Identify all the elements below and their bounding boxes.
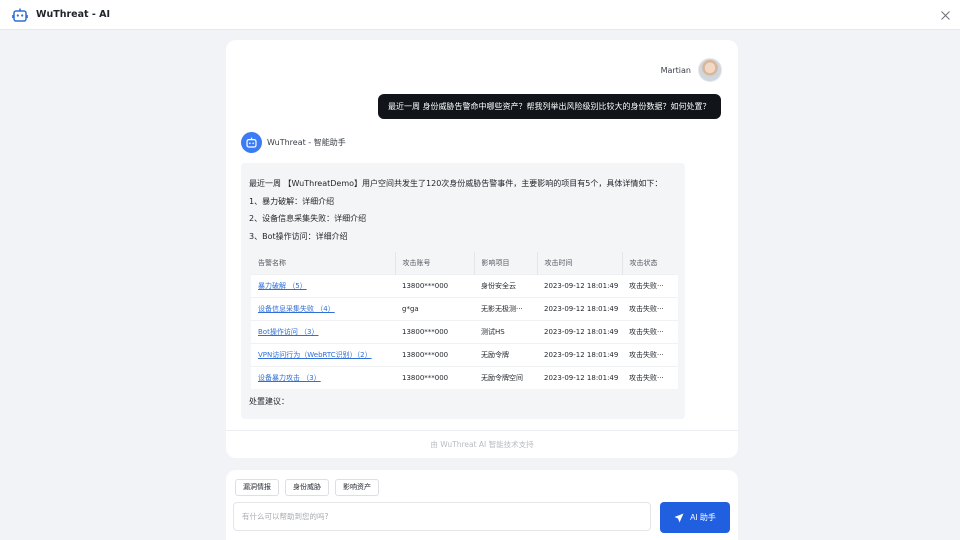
attack-status-cell: 攻击失败··· (622, 342, 678, 366)
table-header-row: 告警名称 攻击账号 影响项目 攻击时间 攻击状态 (251, 252, 678, 274)
send-button[interactable]: AI 助手 (660, 502, 730, 533)
affected-project-cell: 无影无极测··· (474, 296, 537, 320)
table-row: 设备暴力攻击 （3） 13800***000 无励令牌空间 2023-09-12… (251, 365, 678, 389)
table-row: 暴力破解 （5） 13800***000 身份安全云 2023-09-12 18… (251, 273, 678, 297)
attack-account-cell: g*ga (395, 296, 474, 320)
col-attack-time: 攻击时间 (537, 252, 623, 274)
bot-item-1: 1、暴力破解：详细介绍 (249, 196, 335, 206)
attack-time-cell: 2023-09-12 18:01:49 (537, 296, 622, 320)
window-title: WuThreat - AI (36, 9, 111, 20)
user-message: 最近一周 身份威胁告警命中哪些资产？帮我列举出风险级别比较大的身份数据？如何处置… (378, 94, 721, 119)
quick-tags: 漏洞情报 身份威胁 影响资产 (235, 479, 385, 496)
chat-panel: Martian 最近一周 身份威胁告警命中哪些资产？帮我列举出风险级别比较大的身… (226, 40, 738, 458)
bot-intro: 最近一周 【WuThreatDemo】用户空间共发生了120次身份威胁告警事件，… (249, 179, 663, 188)
col-affected-project: 影响项目 (474, 252, 538, 274)
attack-time-cell: 2023-09-12 18:01:49 (537, 342, 622, 366)
alert-link[interactable]: 设备信息采集失败 （4） (258, 305, 335, 313)
bot-item-3: 3、Bot操作访问：详细介绍 (249, 231, 348, 241)
alert-link[interactable]: Bot操作访问 （3） (258, 328, 319, 336)
robot-icon (12, 7, 28, 23)
alert-link[interactable]: 暴力破解 （5） (258, 282, 307, 290)
input-panel: 漏洞情报 身份威胁 影响资产 AI 助手 (226, 470, 738, 540)
attack-time-cell: 2023-09-12 18:01:49 (537, 365, 622, 389)
table-row: Bot操作访问 （3） 13800***000 测试HS 2023-09-12 … (251, 319, 678, 343)
tag-affected-assets[interactable]: 影响资产 (335, 479, 379, 496)
attack-status-cell: 攻击失败··· (622, 296, 678, 320)
alert-name-cell: VPN访问行为（WebRTC识别）（2） (251, 342, 395, 366)
send-button-label: AI 助手 (690, 513, 716, 522)
prompt-input[interactable] (233, 502, 651, 531)
alert-name-cell: 暴力破解 （5） (251, 273, 395, 297)
bot-header: WuThreat - 智能助手 (241, 132, 346, 153)
affected-project-cell: 无励令牌 (474, 342, 537, 366)
attack-time-cell: 2023-09-12 18:01:49 (537, 273, 622, 297)
affected-project-cell: 身份安全云 (474, 273, 537, 297)
attack-account-cell: 13800***000 (395, 365, 474, 389)
attack-time-cell: 2023-09-12 18:01:49 (537, 319, 622, 343)
col-attack-account: 攻击账号 (395, 252, 475, 274)
affected-project-cell: 测试HS (474, 319, 537, 343)
tag-vulnerability-intel[interactable]: 漏洞情报 (235, 479, 279, 496)
attack-account-cell: 13800***000 (395, 273, 474, 297)
alert-name-cell: 设备信息采集失败 （4） (251, 296, 395, 320)
avatar (698, 58, 722, 82)
alert-table: 告警名称 攻击账号 影响项目 攻击时间 攻击状态 暴力破解 （5） 13800*… (251, 252, 678, 389)
user-name: Martian (660, 65, 691, 75)
tag-identity-threat[interactable]: 身份威胁 (285, 479, 329, 496)
attack-status-cell: 攻击失败··· (622, 273, 678, 297)
bot-message: 最近一周 【WuThreatDemo】用户空间共发生了120次身份威胁告警事件，… (241, 163, 685, 419)
close-icon[interactable] (939, 9, 951, 21)
alert-link[interactable]: 设备暴力攻击 （3） (258, 374, 321, 382)
attack-account-cell: 13800***000 (395, 319, 474, 343)
powered-by-footer: 由 WuThreat AI 智能技术支持 (226, 430, 738, 458)
alert-name-cell: Bot操作访问 （3） (251, 319, 395, 343)
suggestion-heading: 处置建议： (249, 397, 289, 406)
bot-item-2: 2、设备信息采集失败：详细介绍 (249, 214, 367, 223)
attack-account-cell: 13800***000 (395, 342, 474, 366)
table-row: VPN访问行为（WebRTC识别）（2） 13800***000 无励令牌 20… (251, 342, 678, 366)
bot-avatar-icon (241, 132, 262, 153)
attack-status-cell: 攻击失败··· (622, 365, 678, 389)
user-header: Martian (661, 58, 722, 82)
alert-link[interactable]: VPN访问行为（WebRTC识别）（2） (258, 351, 372, 359)
bot-name: WuThreat - 智能助手 (267, 138, 346, 147)
footer-text: 由 WuThreat AI 智能技术支持 (430, 440, 534, 449)
attack-status-cell: 攻击失败··· (622, 319, 678, 343)
table-row: 设备信息采集失败 （4） g*ga 无影无极测··· 2023-09-12 18… (251, 296, 678, 320)
send-icon (674, 513, 684, 523)
alert-name-cell: 设备暴力攻击 （3） (251, 365, 395, 389)
affected-project-cell: 无励令牌空间 (474, 365, 537, 389)
col-attack-status: 攻击状态 (622, 252, 678, 274)
title-bar: WuThreat - AI (0, 0, 960, 30)
col-alert-name: 告警名称 (251, 252, 396, 274)
